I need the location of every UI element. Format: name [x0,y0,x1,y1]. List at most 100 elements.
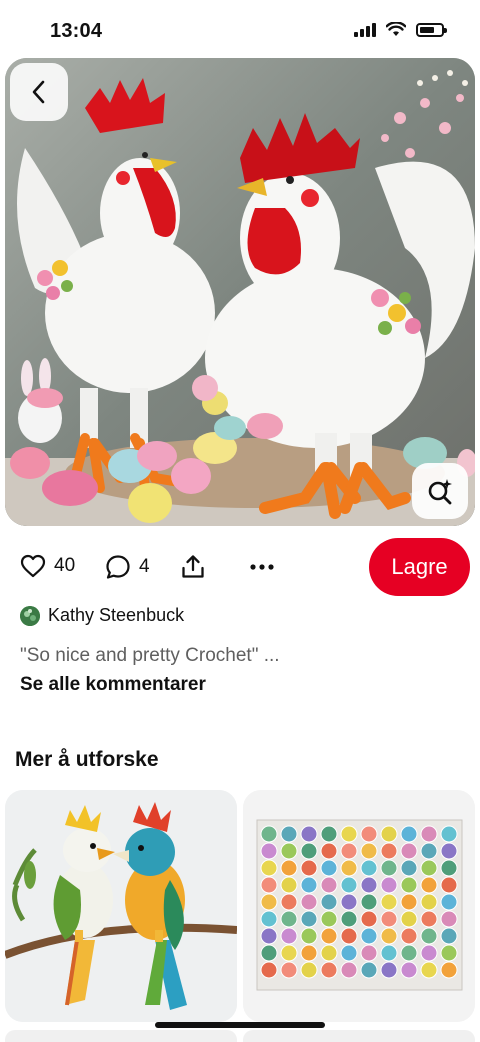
pin-author[interactable]: Kathy Steenbuck [20,605,184,626]
yarn-ball [420,927,438,945]
yarn-ball [280,825,298,843]
yarn-ball [320,944,338,962]
yarn-ball [400,927,418,945]
explore-pin-card-peek [5,1030,237,1042]
yarn-ball [300,825,318,843]
yarn-ball [380,893,398,911]
back-button[interactable] [10,63,68,121]
yarn-ball [420,910,438,928]
visual-search-icon [428,479,452,505]
yarn-ball [260,910,278,928]
yarn-ball [400,825,418,843]
yarn-ball [400,876,418,894]
yarn-ball [340,910,358,928]
yarn-ball [320,893,338,911]
yarn-ball [260,825,278,843]
yarn-ball [300,876,318,894]
yarn-ball [280,910,298,928]
comment-action[interactable]: 4 [105,554,150,580]
yarn-ball [320,927,338,945]
yarn-ball [360,910,378,928]
avatar [20,605,40,626]
yarn-ball [440,859,458,877]
yarn-ball [260,842,278,860]
yarn-ball [360,893,378,911]
chevron-left-icon [32,80,45,104]
pin-image[interactable] [5,58,475,526]
yarn-ball [340,927,358,945]
see-all-comments-link[interactable]: Se alle kommentarer [20,674,206,696]
yarn-ball [400,961,418,979]
yarn-ball [300,927,318,945]
yarn-ball [360,927,378,945]
yarn-ball [320,910,338,928]
yarn-ball [340,859,358,877]
pin-image-illustration [5,58,475,526]
yarn-ball [360,859,378,877]
yarn-ball [440,910,458,928]
like-count: 40 [54,555,76,576]
yarn-ball [420,859,438,877]
yarn-ball [360,842,378,860]
explore-pin-card[interactable] [5,790,237,1022]
yarn-ball [380,876,398,894]
more-to-explore-title: Mer å utforske [15,748,159,771]
like-action[interactable]: 40 [20,554,75,578]
yarn-ball [420,825,438,843]
yarn-ball [440,825,458,843]
home-indicator [155,1022,325,1028]
yarn-ball [440,876,458,894]
yarn-ball [300,893,318,911]
battery-fill [420,26,434,33]
yarn-ball [280,842,298,860]
more-options-icon [250,564,274,570]
save-button[interactable]: Lagre [369,538,470,596]
yarn-ball [380,859,398,877]
yarn-ball [340,876,358,894]
heart-icon [20,554,46,578]
yarn-ball [400,910,418,928]
status-time: 13:04 [50,20,103,42]
yarn-ball [440,961,458,979]
yarn-ball [260,927,278,945]
yarn-ball [320,825,338,843]
explore-pin-image [243,790,475,1022]
yarn-ball [280,944,298,962]
status-bar: 13:04 [0,0,480,60]
yarn-ball [440,927,458,945]
yarn-ball [280,927,298,945]
explore-pin-card[interactable] [243,790,475,1022]
yarn-ball [300,842,318,860]
yarn-ball [440,842,458,860]
yarn-ball [260,944,278,962]
yarn-ball [280,893,298,911]
yarn-ball [360,944,378,962]
explore-pin-image [5,790,237,1022]
yarn-ball [340,961,358,979]
yarn-ball [420,842,438,860]
yarn-ball [300,859,318,877]
yarn-ball [320,842,338,860]
comment-icon [106,555,130,579]
yarn-ball [300,961,318,979]
author-name: Kathy Steenbuck [48,605,185,625]
yarn-ball [320,961,338,979]
yarn-ball [380,910,398,928]
yarn-ball [400,944,418,962]
yarn-ball [420,944,438,962]
yarn-ball [320,876,338,894]
cellular-signal-icon [354,22,376,37]
share-icon [182,555,204,578]
comment-preview[interactable]: "So nice and pretty Crochet" ... [20,645,280,667]
yarn-ball [320,859,338,877]
yarn-ball [420,893,438,911]
more-options-action[interactable] [249,554,275,580]
status-icons [354,22,447,37]
yarn-ball [360,876,378,894]
yarn-ball [380,927,398,945]
wifi-icon [386,22,406,36]
visual-search-button[interactable] [412,463,468,519]
yarn-ball [420,961,438,979]
yarn-ball [300,944,318,962]
share-action[interactable] [180,554,206,580]
